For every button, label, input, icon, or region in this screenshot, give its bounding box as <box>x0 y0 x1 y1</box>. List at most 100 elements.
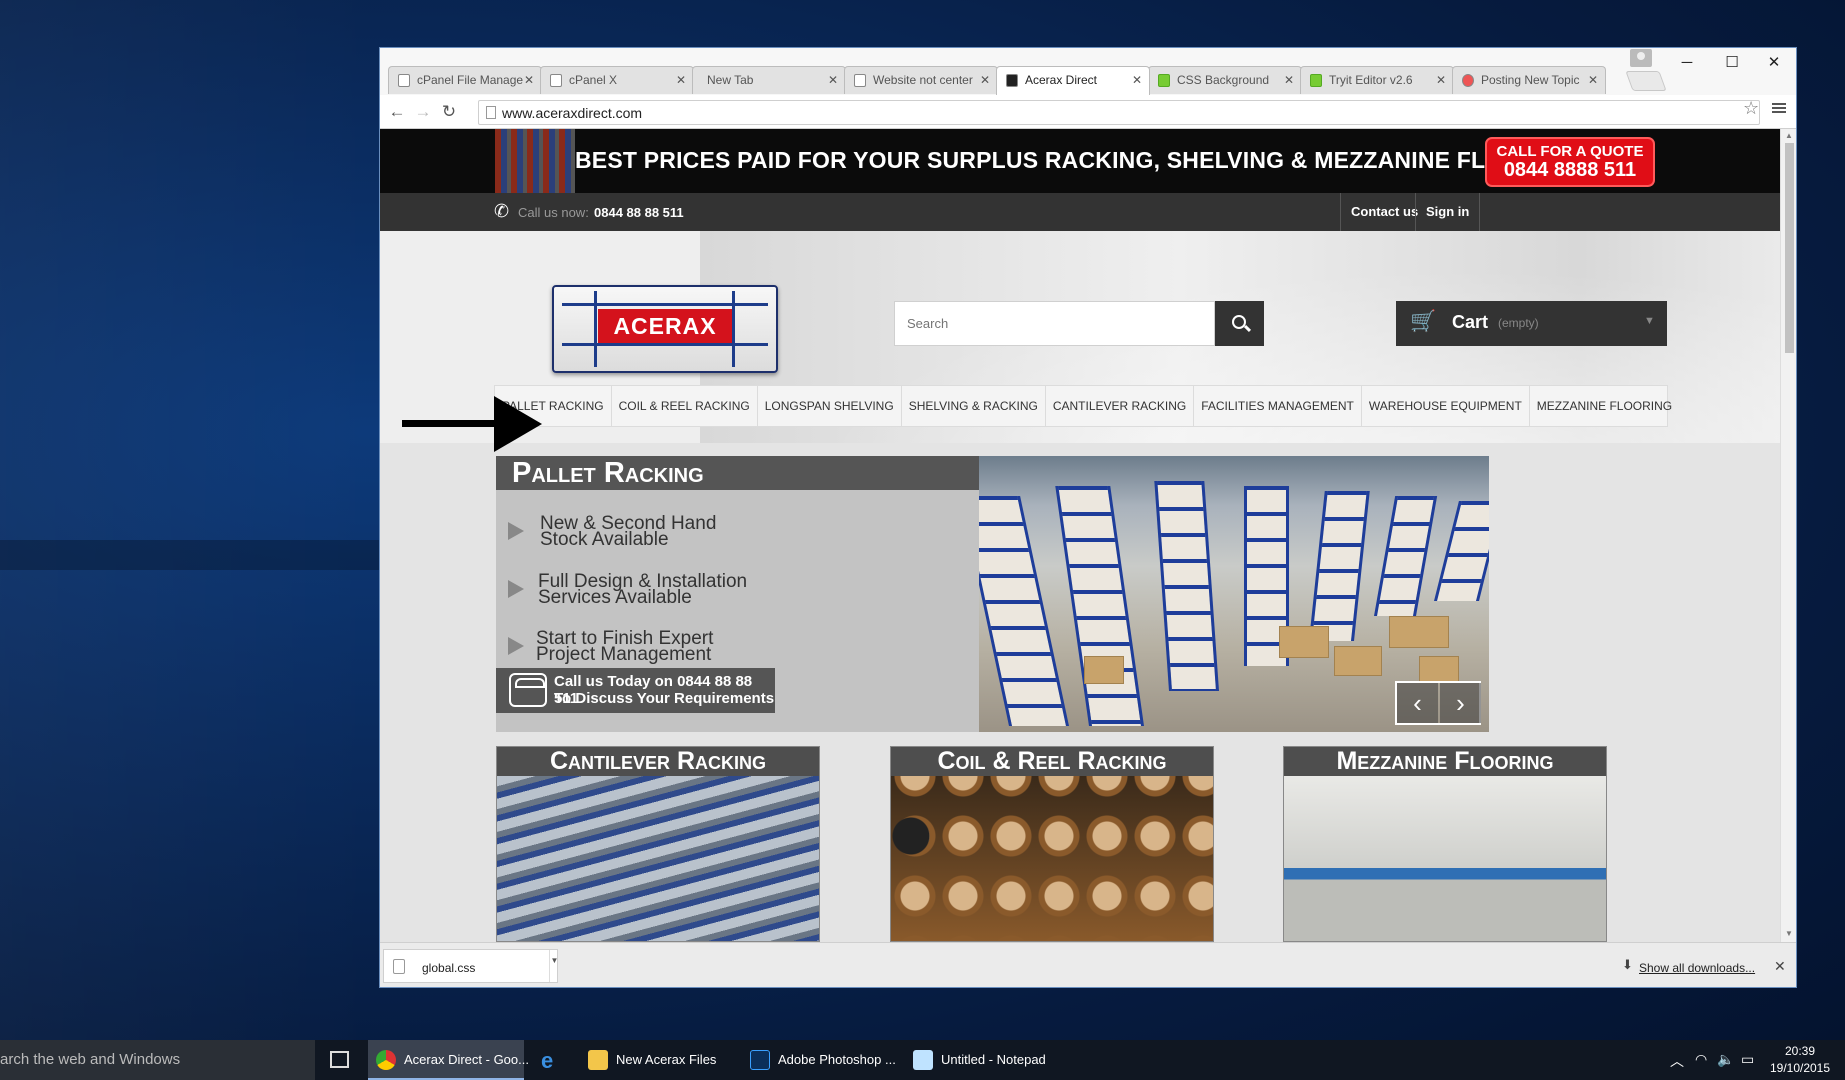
search-input[interactable] <box>895 302 1215 345</box>
tab-acerax-direct[interactable]: Acerax Direct ✕ <box>996 66 1150 95</box>
acerax-logo[interactable]: ACERAX <box>552 285 778 373</box>
bullet-arrow-icon <box>508 522 524 540</box>
rack-unit <box>1055 486 1144 726</box>
back-button[interactable]: ← <box>386 101 408 123</box>
taskbar-photoshop[interactable]: Adobe Photoshop ... <box>742 1040 902 1080</box>
tab-posting-new-topic[interactable]: Posting New Topic ✕ <box>1452 66 1606 94</box>
sign-in-link[interactable]: Sign in <box>1415 193 1481 231</box>
browser-window: cPanel File Manage ✕ cPanel X ✕ New Tab ✕ W… <box>379 47 1797 988</box>
tab-cpanel-file-manager[interactable]: cPanel File Manage ✕ <box>388 66 542 94</box>
feature-3: Start to Finish Expert Project Management <box>536 628 714 665</box>
racking-thumbnail <box>495 129 575 193</box>
cantilever-photo <box>497 776 819 941</box>
minimize-button[interactable]: ─ <box>1665 50 1709 76</box>
pallet-box <box>1279 626 1329 658</box>
notepad-icon <box>913 1050 933 1070</box>
maximize-button[interactable]: ☐ <box>1710 50 1754 76</box>
scrollbar-thumb[interactable] <box>1785 143 1794 353</box>
taskbar-notepad[interactable]: Untitled - Notepad <box>905 1040 1063 1080</box>
call-label: Call us now: <box>518 205 589 220</box>
tab-css-background[interactable]: CSS Background ✕ <box>1148 66 1302 94</box>
action-center-icon[interactable]: ▭ <box>1741 1051 1754 1068</box>
close-icon[interactable]: ✕ <box>1774 958 1786 975</box>
rack-unit <box>1434 501 1489 601</box>
rack-unit <box>1374 496 1438 616</box>
profile-icon[interactable] <box>1630 49 1652 67</box>
promo-banner[interactable]: BEST PRICES PAID FOR YOUR SURPLUS RACKIN… <box>380 129 1780 193</box>
page-icon <box>398 74 410 87</box>
phone-icon: ✆ <box>494 201 510 221</box>
folder-icon <box>588 1050 608 1070</box>
close-tab-icon[interactable]: ✕ <box>1588 73 1598 87</box>
chevron-down-icon: ▼ <box>1644 315 1655 327</box>
tab-strip: cPanel File Manage ✕ cPanel X ✕ New Tab ✕ W… <box>380 48 1796 95</box>
chrome-menu-icon[interactable] <box>1772 101 1786 115</box>
pallet-box <box>1334 646 1382 676</box>
wallpaper-light-band <box>0 540 380 570</box>
taskbar-search[interactable]: arch the web and Windows <box>0 1040 315 1080</box>
network-icon[interactable]: ◠ <box>1695 1051 1707 1068</box>
call-bar: ✆ Call us now: 0844 88 88 511 Contact us… <box>380 193 1780 231</box>
pallet-box <box>1389 616 1449 648</box>
slider-prev-button[interactable]: ‹ <box>1397 683 1438 723</box>
tab-tryit-editor[interactable]: Tryit Editor v2.6 ✕ <box>1300 66 1454 94</box>
logo-rail <box>562 343 768 346</box>
close-tab-icon[interactable]: ✕ <box>676 73 686 87</box>
vertical-scrollbar[interactable]: ▲ ▼ <box>1780 129 1796 942</box>
rack-unit <box>1309 491 1370 641</box>
nav-facilities-management[interactable]: FACILITIES MANAGEMENT <box>1194 386 1362 426</box>
forward-button[interactable]: → <box>412 101 434 123</box>
coil-reel-photo <box>891 776 1213 941</box>
rack-unit <box>1154 481 1219 691</box>
nav-longspan-shelving[interactable]: LONGSPAN SHELVING <box>758 386 902 426</box>
close-tab-icon[interactable]: ✕ <box>524 73 534 87</box>
download-item[interactable]: global.css ▼ <box>383 949 558 983</box>
call-for-quote-badge[interactable]: CALL FOR A QUOTE 0844 8888 511 <box>1485 137 1655 187</box>
close-tab-icon[interactable]: ✕ <box>1132 73 1142 87</box>
slide-title: Pallet Racking <box>496 456 979 490</box>
taskbar-explorer[interactable]: New Acerax Files <box>580 1040 738 1080</box>
category-nav: PALLET RACKING COIL & REEL RACKING LONGS… <box>494 385 1672 427</box>
feature-2: Full Design & Installation Services Avail… <box>538 571 748 608</box>
close-tab-icon[interactable]: ✕ <box>980 73 990 87</box>
task-view-icon[interactable] <box>330 1051 349 1068</box>
slider-next-button[interactable]: › <box>1440 683 1481 723</box>
clock[interactable]: 20:39 19/10/2015 <box>1765 1043 1835 1077</box>
call-us-box: Call us Today on 0844 88 88 511 To Discu… <box>496 668 775 713</box>
volume-icon[interactable]: 🔈 <box>1717 1051 1734 1068</box>
show-all-downloads-link[interactable]: Show all downloads... <box>1639 961 1755 975</box>
close-tab-icon[interactable]: ✕ <box>1436 73 1446 87</box>
tab-website-not-centered[interactable]: Website not center ✕ <box>844 66 998 94</box>
taskbar-chrome[interactable]: Acerax Direct - Goo... <box>368 1040 529 1080</box>
pallet-box <box>1419 656 1459 682</box>
download-icon: ⬇ <box>1622 957 1633 972</box>
cart-button[interactable]: 🛒 Cart (empty) ▼ <box>1396 301 1667 346</box>
edge-icon[interactable]: e <box>541 1048 553 1074</box>
cart-icon: 🛒 <box>1410 310 1437 333</box>
tab-cpanel-x[interactable]: cPanel X ✕ <box>540 66 694 94</box>
category-card-coil-reel[interactable]: Coil & Reel Racking <box>890 746 1214 942</box>
search-button[interactable] <box>1215 301 1264 346</box>
bookmark-star-icon[interactable]: ☆ <box>1743 98 1759 119</box>
taskbar: arch the web and Windows Acerax Direct -… <box>0 1040 1845 1080</box>
close-window-button[interactable]: ✕ <box>1752 50 1796 76</box>
close-tab-icon[interactable]: ✕ <box>828 73 838 87</box>
nav-mezzanine-flooring[interactable]: MEZZANINE FLOORING <box>1530 386 1679 426</box>
nav-shelving-racking[interactable]: SHELVING & RACKING <box>902 386 1046 426</box>
chevron-down-icon[interactable]: ▼ <box>549 950 559 982</box>
slider-controls: ‹ › <box>1395 681 1481 725</box>
nav-warehouse-equipment[interactable]: WAREHOUSE EQUIPMENT <box>1362 386 1530 426</box>
reload-button[interactable]: ↻ <box>438 101 460 123</box>
address-bar[interactable]: www.aceraxdirect.com <box>478 100 1760 125</box>
new-tab-button[interactable] <box>1625 71 1667 91</box>
logo-text: ACERAX <box>598 309 732 343</box>
browser-toolbar: ← → ↻ www.aceraxdirect.com ☆ <box>380 95 1796 129</box>
tab-new-tab[interactable]: New Tab ✕ <box>692 66 846 94</box>
category-card-cantilever[interactable]: Cantilever Racking <box>496 746 820 942</box>
nav-cantilever-racking[interactable]: CANTILEVER RACKING <box>1046 386 1195 426</box>
category-card-mezzanine[interactable]: Mezzanine Flooring <box>1283 746 1607 942</box>
nav-coil-reel-racking[interactable]: COIL & REEL RACKING <box>612 386 758 426</box>
desktop-wallpaper <box>0 0 380 1040</box>
close-tab-icon[interactable]: ✕ <box>1284 73 1294 87</box>
chevron-up-icon[interactable]: ︿ <box>1670 1051 1684 1071</box>
